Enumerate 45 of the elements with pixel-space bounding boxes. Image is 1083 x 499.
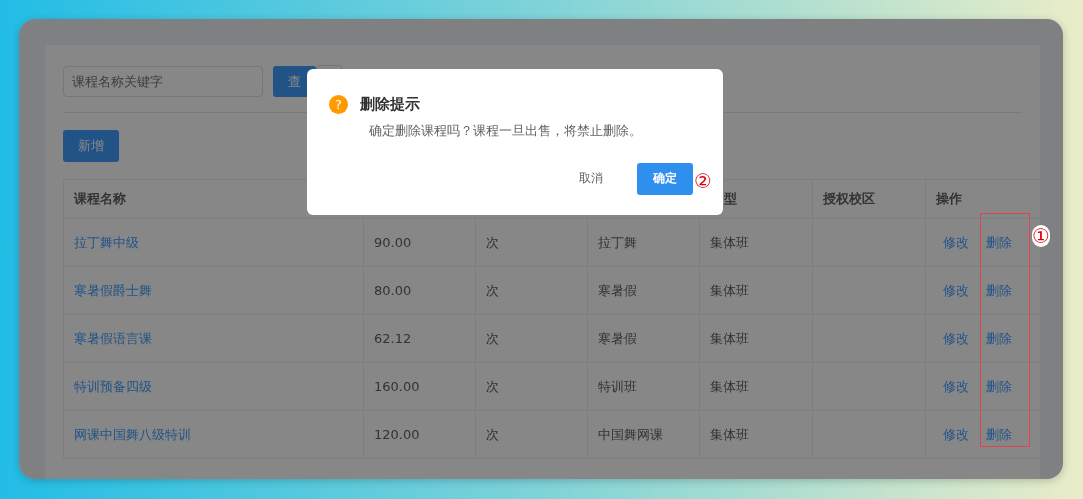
table-cell: 62.12: [374, 331, 412, 346]
table-cell: 寒暑假: [598, 330, 637, 346]
delete-link[interactable]: 删除: [986, 234, 1012, 250]
search-field[interactable]: 课程名称关键字: [63, 66, 263, 97]
edit-link[interactable]: 修改: [943, 282, 969, 298]
delete-link[interactable]: 删除: [986, 330, 1012, 346]
add-button[interactable]: 新增: [63, 130, 119, 162]
edit-link[interactable]: 修改: [943, 234, 969, 250]
table-cell: 特训班: [598, 378, 637, 394]
delete-link[interactable]: 删除: [986, 426, 1012, 442]
course-name-link[interactable]: 拉丁舞中级: [74, 234, 139, 250]
question-icon: ?: [329, 95, 348, 114]
table-cell: 次: [486, 234, 499, 250]
table-cell: 90.00: [374, 235, 412, 250]
table-cell: 集体班: [710, 234, 749, 250]
table-cell: 80.00: [374, 283, 412, 298]
table-cell: 集体班: [710, 282, 749, 298]
table-cell: 集体班: [710, 330, 749, 346]
course-name-link[interactable]: 网课中国舞八级特训: [74, 426, 191, 442]
cancel-button[interactable]: 取消: [563, 162, 619, 195]
table-cell: 次: [486, 330, 499, 346]
table-cell: 160.00: [374, 379, 420, 394]
column-header: 操作: [925, 179, 1041, 219]
table-cell: 集体班: [710, 378, 749, 394]
table-cell: 中国舞网课: [598, 426, 663, 442]
delete-link[interactable]: 删除: [986, 378, 1012, 394]
edit-link[interactable]: 修改: [943, 330, 969, 346]
table-cell: 次: [486, 378, 499, 394]
table-cell: 次: [486, 426, 499, 442]
dialog-message: 确定删除课程吗？课程一旦出售，将禁止删除。: [369, 123, 643, 140]
table-cell: 拉丁舞: [598, 234, 637, 250]
table-cell: 集体班: [710, 426, 749, 442]
course-name-link[interactable]: 特训预备四级: [74, 378, 152, 394]
dialog-title: 删除提示: [360, 95, 420, 114]
step-marker: ①: [1032, 225, 1050, 247]
delete-link[interactable]: 删除: [986, 282, 1012, 298]
column-header: 授权校区: [812, 179, 926, 219]
course-name-link[interactable]: 寒暑假爵士舞: [74, 282, 152, 298]
table-cell: 120.00: [374, 427, 420, 442]
course-name-link[interactable]: 寒暑假语言课: [74, 330, 152, 346]
edit-link[interactable]: 修改: [943, 378, 969, 394]
confirm-button[interactable]: 确定: [637, 162, 693, 195]
table-cell: 次: [486, 282, 499, 298]
table-cell: 寒暑假: [598, 282, 637, 298]
edit-link[interactable]: 修改: [943, 426, 969, 442]
